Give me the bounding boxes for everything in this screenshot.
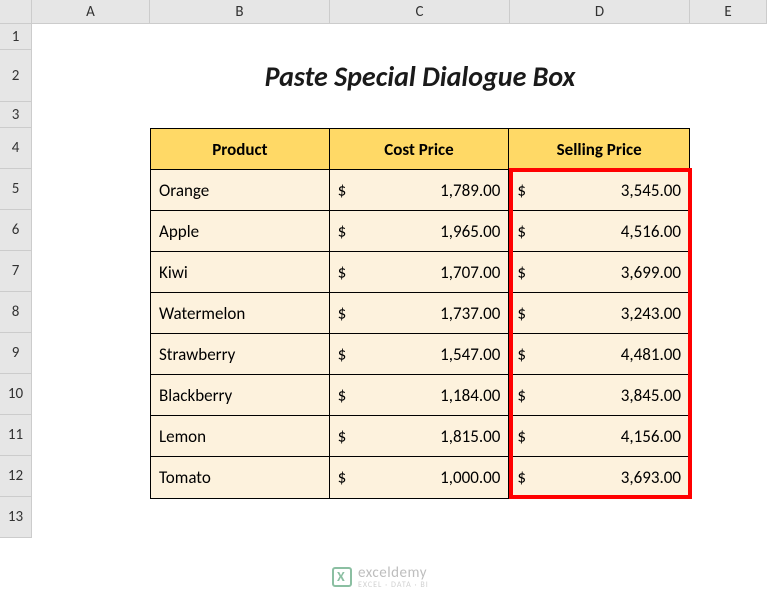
row-header-12[interactable]: 12 [0,456,32,497]
row-header-2[interactable]: 2 [0,50,32,102]
currency-symbol: $ [517,426,526,447]
cost-value: 1,000.00 [440,467,500,488]
cell-cost[interactable]: $1,000.00 [330,457,510,498]
column-header-row: A B C D E [0,0,767,24]
cell-cost[interactable]: $1,547.00 [330,334,510,375]
cell-selling[interactable]: $4,481.00 [509,334,689,375]
cost-value: 1,737.00 [440,303,500,324]
header-product[interactable]: Product [151,129,330,170]
table-header-row: Product Cost Price Selling Price [151,129,689,170]
spreadsheet-view: A B C D E 1 2 3 4 5 6 7 8 9 10 11 12 13 … [0,0,767,581]
cell-product[interactable]: Watermelon [151,293,330,334]
cost-value: 1,789.00 [440,180,500,201]
currency-symbol: $ [517,467,526,488]
table-row: Lemon $1,815.00 $4,156.00 [151,416,689,457]
row-header-8[interactable]: 8 [0,292,32,333]
row-header-7[interactable]: 7 [0,251,32,292]
cell-selling[interactable]: $3,699.00 [509,252,689,293]
currency-symbol: $ [517,180,526,201]
selling-value: 3,545.00 [621,180,681,201]
cell-selling[interactable]: $3,243.00 [509,293,689,334]
exceldemy-logo-icon [332,567,352,587]
row-header-1[interactable]: 1 [0,24,32,50]
currency-symbol: $ [517,303,526,324]
column-header-C[interactable]: C [330,0,510,23]
header-selling-price[interactable]: Selling Price [509,129,689,170]
cell-selling[interactable]: $4,156.00 [509,416,689,457]
cell-cost[interactable]: $1,707.00 [330,252,510,293]
watermark-tagline: EXCEL · DATA · BI [358,580,429,590]
currency-symbol: $ [338,303,347,324]
row-header-11[interactable]: 11 [0,415,32,456]
table-row: Strawberry $1,547.00 $4,481.00 [151,334,689,375]
cost-value: 1,184.00 [440,385,500,406]
cost-value: 1,547.00 [440,344,500,365]
cell-selling[interactable]: $3,845.00 [509,375,689,416]
cell-grid[interactable]: Paste Special Dialogue Box Product Cost … [32,24,767,581]
table-row: Orange $1,789.00 $3,545.00 [151,170,689,211]
header-cost-price[interactable]: Cost Price [330,129,510,170]
currency-symbol: $ [517,221,526,242]
cell-selling[interactable]: $3,545.00 [509,170,689,211]
cell-selling[interactable]: $4,516.00 [509,211,689,252]
column-header-B[interactable]: B [150,0,330,23]
row-header-3[interactable]: 3 [0,102,32,128]
cell-selling[interactable]: $3,693.00 [509,457,689,498]
row-header-5[interactable]: 5 [0,169,32,210]
cell-cost[interactable]: $1,965.00 [330,211,510,252]
selling-value: 3,845.00 [621,385,681,406]
currency-symbol: $ [338,467,347,488]
cost-value: 1,707.00 [440,262,500,283]
currency-symbol: $ [338,344,347,365]
currency-symbol: $ [517,385,526,406]
cell-product[interactable]: Blackberry [151,375,330,416]
select-all-corner[interactable] [0,0,32,23]
selling-value: 3,699.00 [621,262,681,283]
cost-value: 1,815.00 [440,426,500,447]
cell-product[interactable]: Kiwi [151,252,330,293]
table-row: Apple $1,965.00 $4,516.00 [151,211,689,252]
row-header-13[interactable]: 13 [0,497,32,538]
selling-value: 3,693.00 [621,467,681,488]
cost-value: 1,965.00 [440,221,500,242]
row-header-9[interactable]: 9 [0,333,32,374]
currency-symbol: $ [338,262,347,283]
table-row: Kiwi $1,707.00 $3,699.00 [151,252,689,293]
cell-cost[interactable]: $1,737.00 [330,293,510,334]
cell-product[interactable]: Lemon [151,416,330,457]
row-header-6[interactable]: 6 [0,210,32,251]
selling-value: 4,516.00 [621,221,681,242]
table-row: Watermelon $1,737.00 $3,243.00 [151,293,689,334]
watermark: exceldemy EXCEL · DATA · BI [332,564,429,590]
selling-value: 3,243.00 [621,303,681,324]
cell-product[interactable]: Orange [151,170,330,211]
cell-cost[interactable]: $1,815.00 [330,416,510,457]
table-row: Blackberry $1,184.00 $3,845.00 [151,375,689,416]
cell-product[interactable]: Apple [151,211,330,252]
cell-cost[interactable]: $1,789.00 [330,170,510,211]
row-header-10[interactable]: 10 [0,374,32,415]
selling-value: 4,481.00 [621,344,681,365]
currency-symbol: $ [338,426,347,447]
currency-symbol: $ [338,385,347,406]
page-title: Paste Special Dialogue Box [150,50,690,102]
column-header-D[interactable]: D [510,0,690,23]
row-header-4[interactable]: 4 [0,128,32,169]
currency-symbol: $ [517,344,526,365]
table-row: Tomato $1,000.00 $3,693.00 [151,457,689,498]
currency-symbol: $ [338,180,347,201]
column-header-E[interactable]: E [690,0,767,23]
selling-value: 4,156.00 [621,426,681,447]
cell-product[interactable]: Tomato [151,457,330,498]
currency-symbol: $ [517,262,526,283]
cell-product[interactable]: Strawberry [151,334,330,375]
data-table: Product Cost Price Selling Price Orange … [150,128,690,499]
cell-cost[interactable]: $1,184.00 [330,375,510,416]
column-header-A[interactable]: A [32,0,150,23]
currency-symbol: $ [338,221,347,242]
